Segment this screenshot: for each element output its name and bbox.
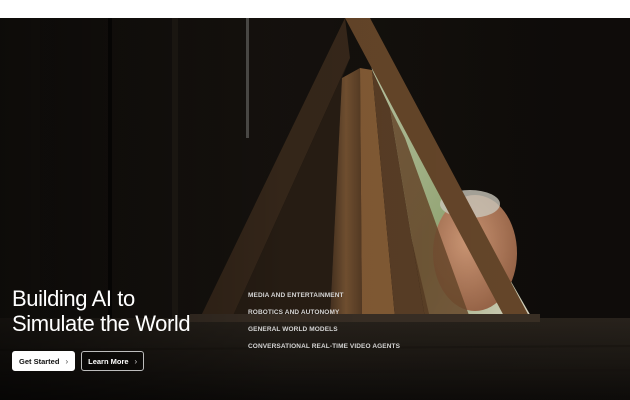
- get-started-button[interactable]: Get Started ›: [12, 351, 76, 371]
- chevron-right-icon: ›: [65, 356, 69, 366]
- vertical-link-media[interactable]: MEDIA AND ENTERTAINMENT: [248, 291, 400, 308]
- chevron-right-icon: ›: [134, 356, 138, 366]
- hero-headline: Building AI to Simulate the World: [12, 286, 232, 336]
- vertical-link-world-models[interactable]: GENERAL WORLD MODELS: [248, 325, 400, 342]
- learn-more-label: Learn More: [88, 356, 129, 366]
- hero-headline-line-1: Building AI to: [12, 286, 135, 311]
- verticals-list: MEDIA AND ENTERTAINMENT ROBOTICS AND AUT…: [248, 291, 400, 359]
- hero-headline-line-2: Simulate the World: [12, 311, 191, 336]
- vertical-link-video-agents[interactable]: CONVERSATIONAL REAL-TIME VIDEO AGENTS: [248, 342, 400, 359]
- hero-section: Building AI to Simulate the World Get St…: [0, 18, 630, 400]
- vertical-link-robotics[interactable]: ROBOTICS AND AUTONOMY: [248, 308, 400, 325]
- hero-cta-row: Get Started › Learn More ›: [12, 351, 145, 371]
- get-started-label: Get Started: [19, 356, 60, 366]
- learn-more-button[interactable]: Learn More ›: [81, 351, 145, 371]
- top-bar: [0, 0, 630, 18]
- page: Building AI to Simulate the World Get St…: [0, 0, 630, 400]
